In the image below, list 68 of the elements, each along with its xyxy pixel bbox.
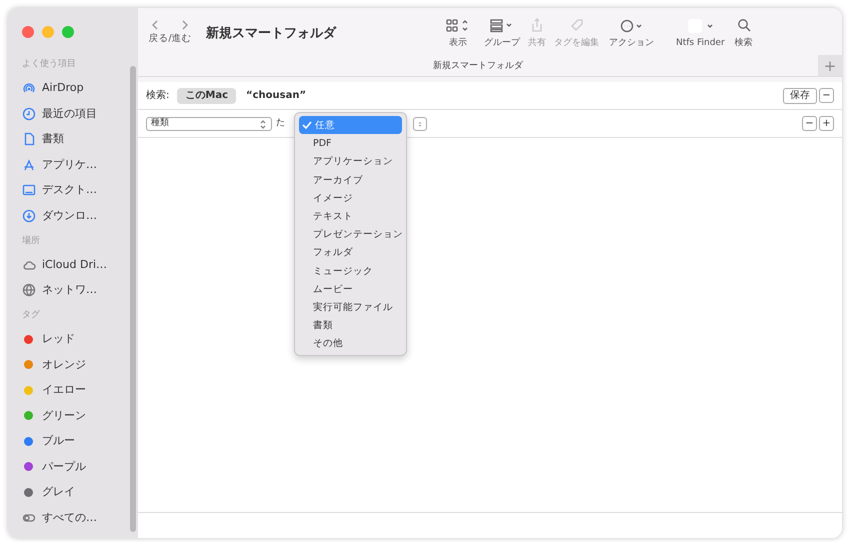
sidebar-item[interactable]: AirDrop bbox=[42, 80, 84, 96]
sidebar-item[interactable]: グレイ bbox=[42, 484, 75, 500]
nav-label: 戻る/進む bbox=[148, 32, 192, 46]
toolbar-label: タグを編集 bbox=[554, 37, 599, 50]
updown-icon bbox=[259, 118, 267, 128]
action-icon[interactable] bbox=[620, 18, 644, 34]
scope-button[interactable]: このMac bbox=[177, 88, 236, 104]
sidebar-item[interactable]: イエロー bbox=[42, 382, 86, 398]
save-button[interactable]: 保存 bbox=[783, 88, 817, 104]
toolbar-label: 共有 bbox=[528, 37, 546, 50]
search-term: “chousan” bbox=[246, 89, 306, 103]
menu-item[interactable]: ミュージック bbox=[299, 262, 402, 280]
toolbar-label: Ntfs Finder bbox=[676, 37, 725, 50]
menu-item[interactable]: 書類 bbox=[299, 316, 402, 334]
sidebar-item[interactable]: デスクト… bbox=[42, 182, 97, 198]
sidebar-item[interactable]: アプリケ… bbox=[42, 156, 97, 173]
sidebar-item[interactable]: ダウンロ… bbox=[42, 208, 97, 224]
toolbar-label: アクション bbox=[609, 37, 654, 50]
download-icon bbox=[22, 208, 36, 223]
window-title: 新規スマートフォルダ bbox=[206, 24, 338, 43]
clock-icon bbox=[22, 106, 36, 121]
sidebar-item[interactable]: パープル bbox=[42, 458, 86, 475]
toolbar-label: 検索 bbox=[734, 37, 753, 50]
close-button[interactable] bbox=[22, 26, 34, 38]
operator-text: た bbox=[276, 116, 285, 130]
sidebar-item[interactable]: 最近の項目 bbox=[42, 106, 97, 122]
check-icon bbox=[302, 120, 312, 130]
remove-button[interactable]: − bbox=[819, 88, 834, 103]
menu-item[interactable]: その他 bbox=[299, 334, 402, 352]
menu-item[interactable]: アーカイブ bbox=[299, 170, 402, 189]
section-heading: 場所 bbox=[22, 234, 41, 248]
section-heading: タグ bbox=[22, 309, 41, 322]
menu-item[interactable]: ムービー bbox=[299, 280, 402, 298]
toolbar-label: 表示 bbox=[449, 37, 467, 50]
toolbar-label: グループ bbox=[484, 37, 520, 50]
sidebar-item[interactable]: グリーン bbox=[42, 408, 86, 424]
menu-item[interactable]: イメージ bbox=[299, 188, 402, 207]
add-button[interactable]: + bbox=[819, 116, 834, 131]
desktop-icon bbox=[22, 183, 36, 198]
menu-item[interactable]: プレゼンテーション bbox=[299, 225, 402, 244]
value-popup[interactable] bbox=[413, 116, 427, 130]
sidebar-item[interactable]: すべての… bbox=[42, 510, 97, 526]
menu-item[interactable]: アプリケーション bbox=[299, 152, 402, 171]
sidebar-item[interactable]: レッド bbox=[42, 331, 75, 348]
globe-icon bbox=[22, 283, 36, 298]
popup-value: 種類 bbox=[151, 116, 169, 130]
search-label: 検索: bbox=[146, 88, 170, 103]
group-icon[interactable] bbox=[490, 18, 514, 34]
sidebar-item[interactable]: オレンジ bbox=[42, 356, 86, 373]
sidebar-item[interactable]: 書類 bbox=[42, 131, 64, 148]
apps-icon bbox=[22, 158, 36, 172]
share-icon bbox=[530, 18, 544, 34]
tab[interactable]: 新規スマートフォルダ bbox=[138, 54, 818, 76]
minimize-button[interactable] bbox=[42, 26, 54, 38]
sidebar-item[interactable]: ネットワ… bbox=[42, 282, 97, 298]
sidebar-item[interactable]: ブルー bbox=[42, 433, 75, 450]
menu-item[interactable]: テキスト bbox=[299, 206, 402, 226]
document-icon bbox=[22, 132, 36, 146]
menu-item[interactable]: PDF bbox=[299, 134, 402, 152]
attribute-popup[interactable]: 種類 bbox=[146, 116, 272, 130]
menu-item[interactable]: フォルダ bbox=[299, 243, 402, 262]
remove-button[interactable]: − bbox=[802, 116, 817, 131]
view-icon[interactable] bbox=[446, 18, 470, 34]
sidebar-item[interactable]: iCloud Dri… bbox=[42, 256, 108, 273]
search-icon[interactable] bbox=[736, 18, 751, 34]
zoom-button[interactable] bbox=[62, 26, 74, 38]
section-heading: よく使う項目 bbox=[22, 58, 77, 71]
menu-item[interactable]: 実行可能ファイル bbox=[299, 298, 402, 316]
